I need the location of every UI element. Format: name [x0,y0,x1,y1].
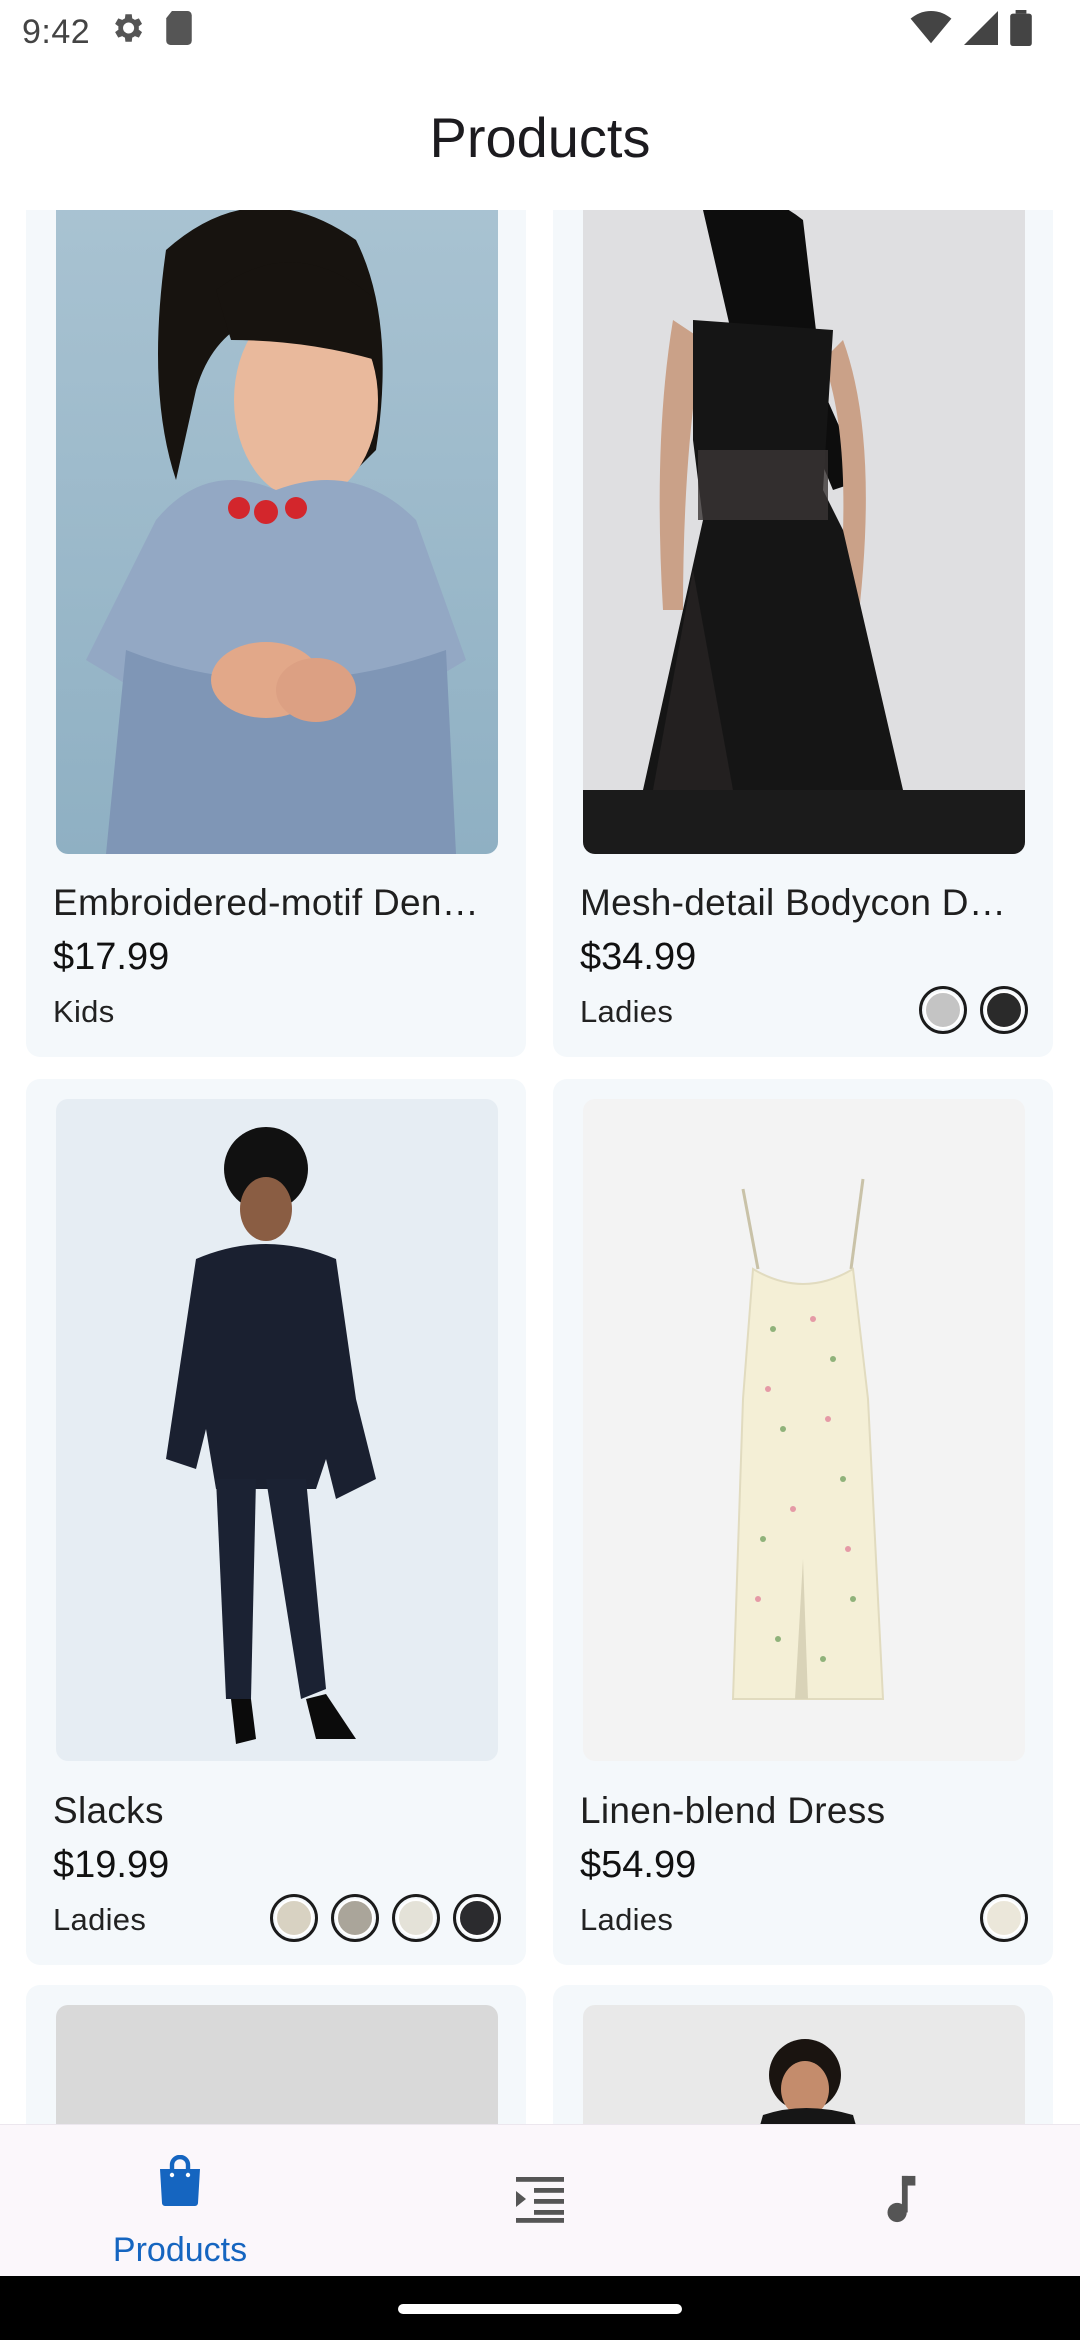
cellular-signal-icon [964,10,998,54]
product-price: $19.99 [53,1844,170,1886]
swatch-fill [924,991,962,1029]
system-gesture-bar [0,2276,1080,2340]
product-category: Ladies [580,994,674,1029]
battery-icon [1010,9,1032,55]
color-swatch[interactable] [270,1894,318,1942]
product-grid[interactable]: Embroidered-motif Den… $17.99 Kids Mesh-… [0,210,1080,2124]
sd-card-icon [164,10,194,54]
settings-icon [108,9,146,56]
status-time: 9:42 [22,12,91,51]
color-swatches [270,1894,501,1942]
color-swatch[interactable] [453,1894,501,1942]
product-price: $34.99 [580,936,697,978]
product-price: $17.99 [53,936,170,978]
product-category: Kids [53,994,115,1029]
product-card[interactable] [553,1985,1053,2124]
product-image [56,210,498,854]
swatch-fill [397,1899,435,1937]
product-card[interactable]: Mesh-detail Bodycon D… $34.99 Ladies [553,210,1053,1057]
music-note-icon [868,2167,932,2231]
color-swatch[interactable] [980,986,1028,1034]
product-card[interactable]: Embroidered-motif Den… $17.99 Kids [26,210,526,1057]
product-card[interactable] [26,1985,526,2124]
product-image [583,210,1025,854]
list-indent-icon [508,2167,572,2231]
color-swatch[interactable] [392,1894,440,1942]
swatch-fill [985,991,1023,1029]
nav-item-products[interactable]: Products [0,2125,360,2276]
app-bar: Products [26,64,1054,210]
product-image [56,1099,498,1761]
color-swatch[interactable] [980,1894,1028,1942]
product-name: Slacks [53,1790,164,1831]
shopping-bag-icon [148,2149,212,2213]
color-swatch[interactable] [919,986,967,1034]
color-swatches [980,1894,1028,1942]
product-image [56,2005,498,2124]
product-card[interactable]: Slacks $19.99 Ladies [26,1079,526,1965]
home-gesture-handle[interactable] [398,2304,682,2314]
nav-item-list[interactable] [360,2125,720,2276]
product-image [583,2005,1025,2124]
product-name: Mesh-detail Bodycon D… [580,882,1007,923]
wifi-icon [910,10,952,54]
bottom-navigation: Products [0,2124,1080,2276]
product-category: Ladies [53,1902,147,1937]
swatch-fill [275,1899,313,1937]
status-bar: 9:42 [0,0,1080,64]
nav-item-label: Products [112,2231,248,2269]
page-title: Products [429,105,651,169]
product-card[interactable]: Linen-blend Dress $54.99 Ladies [553,1079,1053,1965]
swatch-fill [458,1899,496,1937]
color-swatch[interactable] [331,1894,379,1942]
product-name: Linen-blend Dress [580,1790,886,1831]
swatch-fill [985,1899,1023,1937]
color-swatches [919,986,1028,1034]
product-category: Ladies [580,1902,674,1937]
product-image [583,1099,1025,1761]
swatch-fill [336,1899,374,1937]
product-name: Embroidered-motif Den… [53,882,480,923]
product-price: $54.99 [580,1844,697,1886]
nav-item-music[interactable] [720,2125,1080,2276]
